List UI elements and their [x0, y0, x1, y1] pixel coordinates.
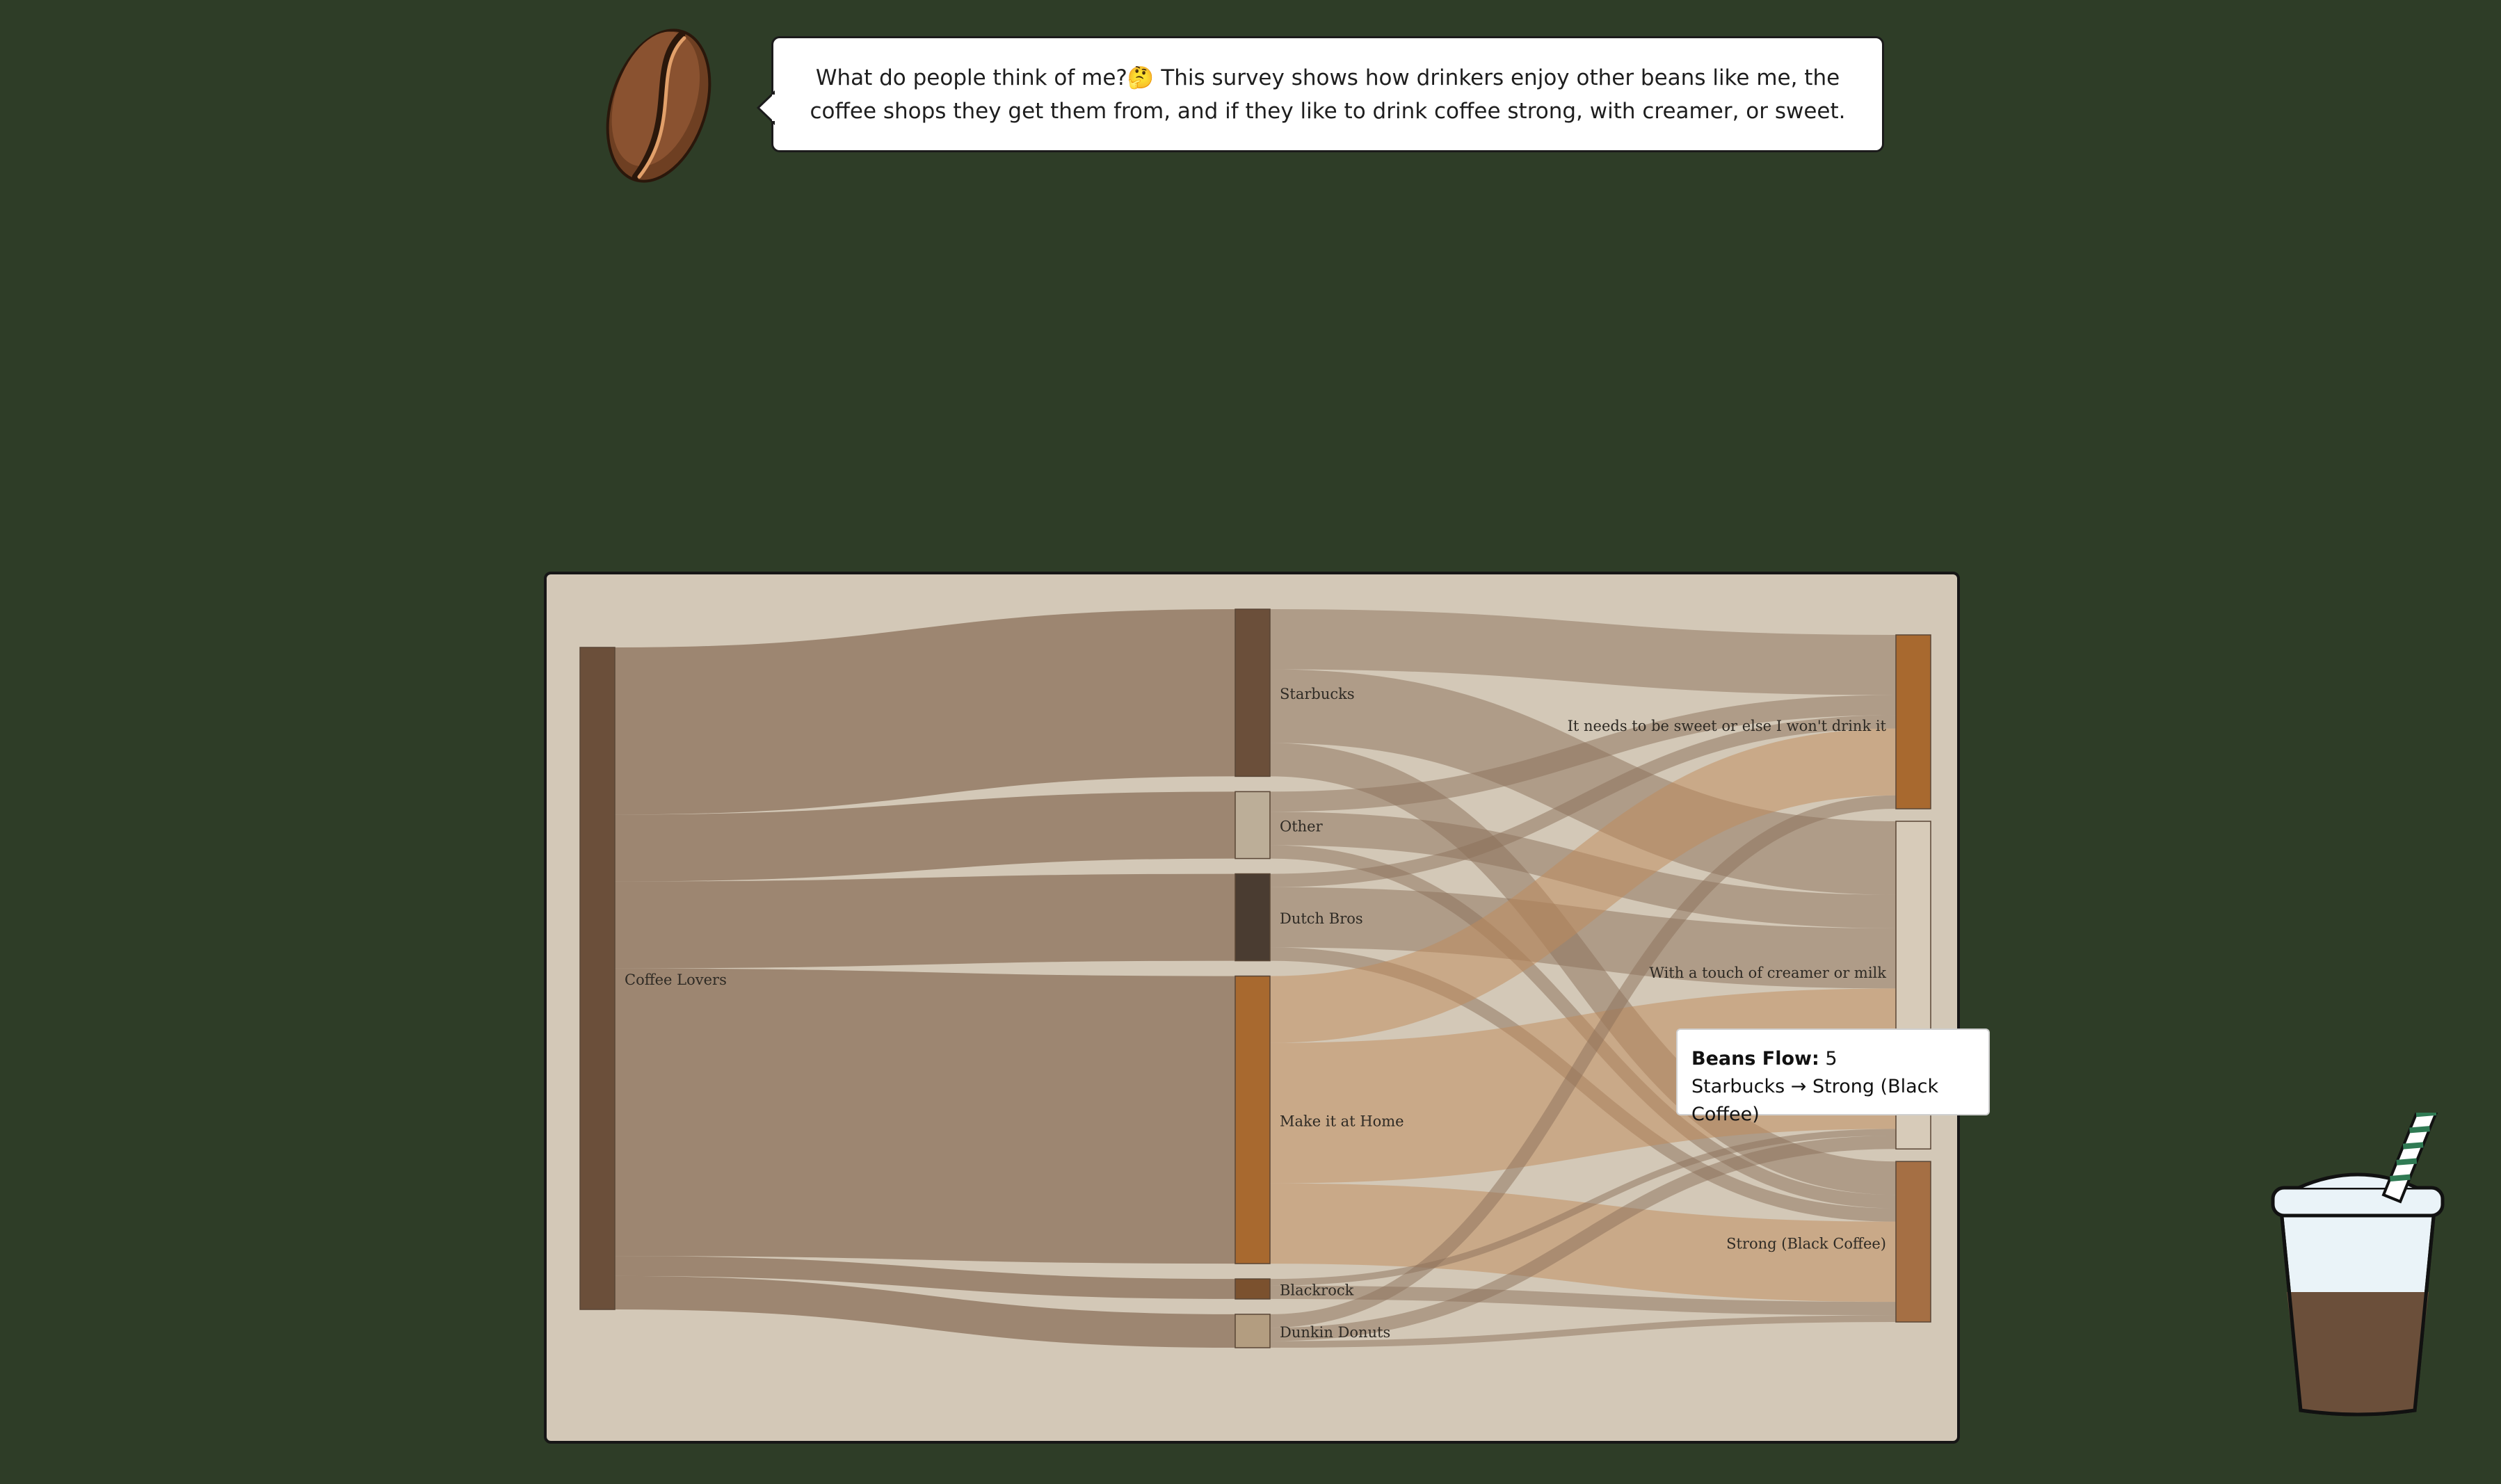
sankey-node-label-starbucks: Starbucks [1280, 686, 1355, 702]
sankey-node-sweet[interactable] [1895, 634, 1931, 809]
tooltip: Beans Flow: 5 Starbucks → Strong (Black … [1676, 1029, 1990, 1125]
tooltip-value: 5 [1825, 1048, 1837, 1070]
sankey-node-dunkin_donuts[interactable] [1235, 1314, 1271, 1348]
sankey-node-label-sweet: It needs to be sweet or else I won't dri… [1568, 718, 1887, 734]
sankey-node-label-blackrock: Blackrock [1280, 1282, 1354, 1298]
tooltip-value-line: Beans Flow: 5 [1691, 1045, 1975, 1073]
sankey-node-label-dunkin_donuts: Dunkin Donuts [1280, 1324, 1390, 1341]
iced-coffee-cup-icon [2271, 1113, 2445, 1417]
sankey-node-label-make_at_home: Make it at Home [1280, 1113, 1404, 1129]
sankey-link-coffee_lovers-make_at_home[interactable] [614, 968, 1236, 1264]
chart-panel: Coffee Lovers Starbucks Other Dutch Bros Mak… [544, 572, 1960, 1444]
speech-bubble-tail [757, 90, 775, 125]
speech-text: What do people think of me?🤔 This survey… [810, 65, 1846, 124]
sankey-link-coffee_lovers-other[interactable] [614, 791, 1236, 882]
sankey-node-coffee_lovers[interactable] [579, 647, 616, 1310]
sankey-node-label-other: Other [1280, 818, 1324, 834]
sankey-node-label-strong: Strong (Black Coffee) [1726, 1236, 1886, 1252]
sankey-node-label-dutch_bros: Dutch Bros [1280, 910, 1363, 927]
tooltip-path: Starbucks → Strong (Black Coffee) [1691, 1076, 1939, 1125]
sankey-node-label-creamer: With a touch of creamer or milk [1649, 965, 1886, 981]
sankey-node-other[interactable] [1235, 791, 1271, 860]
sankey-link-starbucks-sweet[interactable] [1269, 608, 1897, 695]
sankey-node-strong[interactable] [1895, 1161, 1931, 1323]
speech-bubble: What do people think of me?🤔 This survey… [771, 36, 1884, 152]
sankey-node-dutch_bros[interactable] [1235, 873, 1271, 962]
sankey-chart: Coffee Lovers Starbucks Other Dutch Bros Mak… [579, 608, 1931, 1348]
sankey-node-make_at_home[interactable] [1235, 975, 1271, 1264]
tooltip-label: Beans Flow: [1691, 1048, 1819, 1070]
sankey-node-starbucks[interactable] [1235, 608, 1271, 777]
sankey-node-label-coffee_lovers: Coffee Lovers [625, 971, 727, 988]
sankey-link-coffee_lovers-starbucks[interactable] [614, 609, 1236, 815]
sankey-node-blackrock[interactable] [1235, 1278, 1271, 1300]
coffee-bean-icon [606, 29, 711, 183]
sankey-link-coffee_lovers-dunkin_donuts[interactable] [614, 1275, 1236, 1348]
sankey-link-coffee_lovers-dutch_bros[interactable] [614, 873, 1236, 969]
